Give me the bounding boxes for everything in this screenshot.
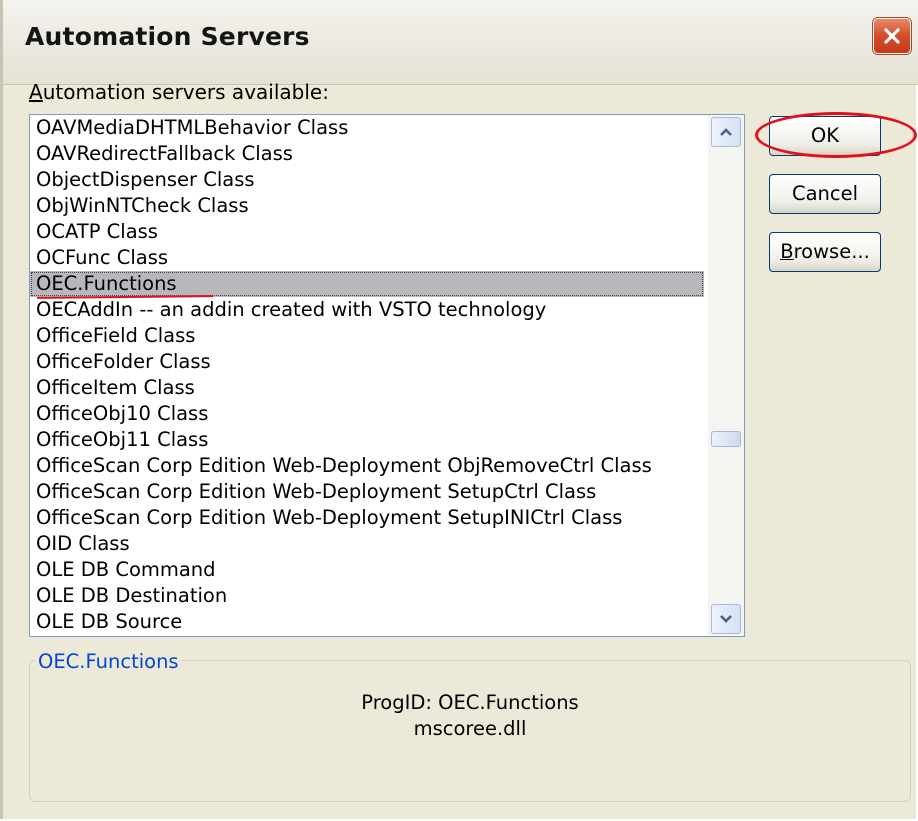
- list-item[interactable]: OAVRedirectFallback Class: [30, 141, 704, 167]
- dll-text: mscoree.dll: [413, 717, 527, 740]
- automation-servers-dialog: Automation Servers Automation servers av…: [0, 0, 918, 819]
- browse-button[interactable]: Browse...: [769, 232, 881, 272]
- list-item[interactable]: OEC.Functions: [30, 271, 704, 297]
- scroll-thumb[interactable]: [711, 431, 741, 447]
- details-legend: OEC.Functions: [35, 650, 182, 673]
- list-item[interactable]: OfficeItem Class: [30, 375, 704, 401]
- browse-label: rowse...: [793, 240, 870, 263]
- list-item[interactable]: OfficeScan Corp Edition Web-Deployment S…: [30, 505, 704, 531]
- title-bar[interactable]: Automation Servers: [3, 0, 918, 85]
- servers-list-items: OAVMediaDHTMLBehavior Class OAVRedirectFa…: [30, 115, 704, 635]
- list-item[interactable]: OfficeObj11 Class: [30, 427, 704, 453]
- close-button[interactable]: [873, 18, 911, 54]
- list-item[interactable]: OLE DB Source: [30, 609, 704, 635]
- list-item[interactable]: OLE DB Command: [30, 557, 704, 583]
- scroll-up-button[interactable]: [711, 117, 741, 147]
- list-label-text: utomation servers available:: [42, 80, 329, 104]
- window-title: Automation Servers: [25, 22, 310, 51]
- list-item[interactable]: OCFunc Class: [30, 245, 704, 271]
- browse-accelerator: B: [780, 240, 794, 263]
- list-item[interactable]: OfficeScan Corp Edition Web-Deployment O…: [30, 453, 704, 479]
- list-label-accelerator: A: [29, 80, 43, 104]
- list-item[interactable]: OfficeObj10 Class: [30, 401, 704, 427]
- scroll-down-button[interactable]: [711, 604, 741, 634]
- list-item[interactable]: ObjWinNTCheck Class: [30, 193, 704, 219]
- list-item[interactable]: OfficeFolder Class: [30, 349, 704, 375]
- list-item[interactable]: OID Class: [30, 531, 704, 557]
- close-icon: [884, 28, 900, 44]
- list-item[interactable]: OLE DB Destination: [30, 583, 704, 609]
- details-content: ProgID: OEC.Functions mscoree.dll: [29, 690, 911, 742]
- list-item[interactable]: OfficeField Class: [30, 323, 704, 349]
- cancel-button[interactable]: Cancel: [769, 174, 881, 214]
- list-label: Automation servers available:: [29, 80, 329, 104]
- list-item[interactable]: OECAddIn -- an addin created with VSTO t…: [30, 297, 704, 323]
- list-item[interactable]: ObjectDispenser Class: [30, 167, 704, 193]
- progid-text: ProgID: OEC.Functions: [361, 691, 579, 714]
- scroll-down-arrow-icon: [720, 615, 732, 623]
- vertical-scrollbar[interactable]: [708, 115, 744, 636]
- servers-listbox[interactable]: OAVMediaDHTMLBehavior Class OAVRedirectFa…: [29, 114, 745, 637]
- list-item[interactable]: OCATP Class: [30, 219, 704, 245]
- list-item[interactable]: OfficeScan Corp Edition Web-Deployment S…: [30, 479, 704, 505]
- list-item[interactable]: OAVMediaDHTMLBehavior Class: [30, 115, 704, 141]
- ok-button[interactable]: OK: [769, 116, 881, 156]
- scroll-up-arrow-icon: [720, 128, 732, 136]
